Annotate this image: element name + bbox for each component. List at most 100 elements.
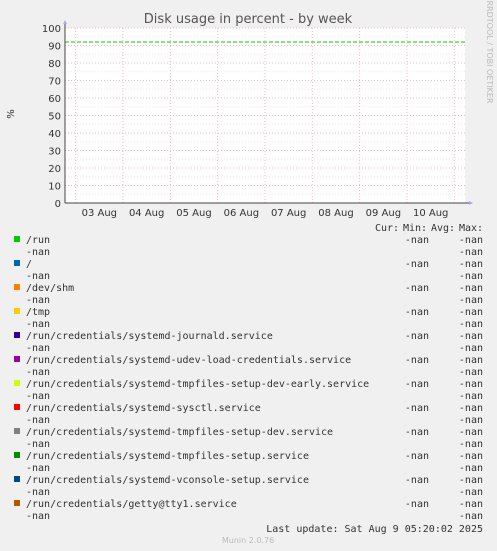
legend-header-label: Cur: bbox=[375, 223, 399, 234]
legend-min: -nan bbox=[459, 403, 483, 414]
legend-name: /run/credentials/getty@tty1.service bbox=[26, 499, 237, 510]
chart: Disk usage in percent - by week RRDTOOL … bbox=[6, 0, 494, 545]
legend-max: -nan bbox=[459, 247, 483, 258]
legend-max: -nan bbox=[459, 391, 483, 402]
legend-swatch bbox=[14, 380, 20, 386]
legend-name: /run/credentials/systemd-udev-load-crede… bbox=[26, 355, 351, 366]
legend-swatch bbox=[14, 452, 20, 458]
legend-swatch bbox=[14, 284, 20, 290]
munin-footer: Munin 2.0.76 bbox=[222, 536, 274, 545]
legend-avg: -nan bbox=[26, 343, 50, 354]
x-tick-label: 10 Aug bbox=[413, 208, 448, 219]
legend-max: -nan bbox=[459, 463, 483, 474]
legend-name: /run/credentials/systemd-vconsole-setup.… bbox=[26, 475, 309, 486]
y-tick-label: 60 bbox=[48, 94, 61, 105]
legend-cur: -nan bbox=[405, 307, 429, 318]
legend-cur: -nan bbox=[405, 355, 429, 366]
y-tick-label: 50 bbox=[48, 112, 61, 123]
legend-cur: -nan bbox=[405, 451, 429, 462]
legend-avg: -nan bbox=[26, 247, 50, 258]
y-tick-label: 70 bbox=[48, 77, 61, 88]
legend-min: -nan bbox=[459, 259, 483, 270]
legend-avg: -nan bbox=[26, 439, 50, 450]
x-tick-label: 05 Aug bbox=[176, 208, 211, 219]
legend-swatch bbox=[14, 404, 20, 410]
legend-min: -nan bbox=[459, 235, 483, 246]
legend-avg: -nan bbox=[26, 487, 50, 498]
legend-name: /run/credentials/systemd-journald.servic… bbox=[26, 331, 273, 342]
last-update: Last update: Sat Aug 9 05:20:02 2025 bbox=[266, 524, 483, 535]
legend-cur: -nan bbox=[405, 475, 429, 486]
legend-cur: -nan bbox=[405, 283, 429, 294]
y-tick-label: 40 bbox=[48, 129, 61, 140]
legend-swatch bbox=[14, 500, 20, 506]
legend-name: /run/credentials/systemd-tmpfiles-setup.… bbox=[26, 451, 309, 462]
legend-min: -nan bbox=[459, 307, 483, 318]
legend-cur: -nan bbox=[405, 235, 429, 246]
legend-min: -nan bbox=[459, 331, 483, 342]
chart-title: Disk usage in percent - by week bbox=[144, 12, 353, 27]
legend-avg: -nan bbox=[26, 415, 50, 426]
legend-max: -nan bbox=[459, 319, 483, 330]
x-tick-label: 09 Aug bbox=[366, 208, 401, 219]
legend-avg: -nan bbox=[26, 367, 50, 378]
legend-swatch bbox=[14, 332, 20, 338]
legend-swatch bbox=[14, 236, 20, 242]
x-axis-arrow bbox=[469, 201, 473, 205]
legend-header-label: Min: bbox=[403, 223, 427, 234]
legend-min: -nan bbox=[459, 427, 483, 438]
legend-name: /run/credentials/systemd-tmpfiles-setup-… bbox=[26, 427, 333, 438]
legend-min: -nan bbox=[459, 499, 483, 510]
legend-min: -nan bbox=[459, 283, 483, 294]
y-axis-arrow bbox=[63, 20, 67, 24]
legend-swatch bbox=[14, 260, 20, 266]
y-tick-label: 0 bbox=[55, 199, 61, 210]
legend-avg: -nan bbox=[26, 511, 50, 522]
y-tick-label: 80 bbox=[48, 59, 61, 70]
legend-name: / bbox=[26, 259, 32, 270]
y-tick-label: 30 bbox=[48, 147, 61, 158]
legend-name: /dev/shm bbox=[26, 283, 74, 294]
legend-max: -nan bbox=[459, 295, 483, 306]
legend-avg: -nan bbox=[26, 271, 50, 282]
legend-cur: -nan bbox=[405, 331, 429, 342]
legend-name: /run/credentials/systemd-tmpfiles-setup-… bbox=[26, 379, 369, 390]
legend-cur: -nan bbox=[405, 259, 429, 270]
legend-max: -nan bbox=[459, 271, 483, 282]
legend-max: -nan bbox=[459, 343, 483, 354]
x-tick-label: 06 Aug bbox=[224, 208, 259, 219]
legend-max: -nan bbox=[459, 415, 483, 426]
legend-max: -nan bbox=[459, 487, 483, 498]
legend-cur: -nan bbox=[405, 403, 429, 414]
y-tick-label: 20 bbox=[48, 164, 61, 175]
legend: Cur: Min: Avg: Max:/run -nan -nan-nan -nan/-na… bbox=[14, 223, 483, 522]
legend-max: -nan bbox=[459, 367, 483, 378]
x-tick-label: 03 Aug bbox=[82, 208, 117, 219]
legend-avg: -nan bbox=[26, 391, 50, 402]
legend-max: -nan bbox=[459, 511, 483, 522]
x-tick-label: 08 Aug bbox=[318, 208, 353, 219]
legend-header-label: Avg: bbox=[431, 223, 455, 234]
legend-swatch bbox=[14, 308, 20, 314]
x-tick-label: 07 Aug bbox=[271, 208, 306, 219]
y-axis-label: % bbox=[6, 109, 17, 119]
y-tick-label: 90 bbox=[48, 42, 61, 53]
legend-max: -nan bbox=[459, 439, 483, 450]
y-tick-label: 10 bbox=[48, 182, 61, 193]
legend-min: -nan bbox=[459, 355, 483, 366]
legend-avg: -nan bbox=[26, 295, 50, 306]
legend-cur: -nan bbox=[405, 499, 429, 510]
legend-swatch bbox=[14, 356, 20, 362]
legend-avg: -nan bbox=[26, 463, 50, 474]
legend-name: /tmp bbox=[26, 307, 50, 318]
y-tick-label: 100 bbox=[42, 24, 61, 35]
legend-min: -nan bbox=[459, 451, 483, 462]
legend-swatch bbox=[14, 428, 20, 434]
legend-avg: -nan bbox=[26, 319, 50, 330]
legend-cur: -nan bbox=[405, 427, 429, 438]
legend-min: -nan bbox=[459, 379, 483, 390]
legend-header-label: Max: bbox=[459, 223, 483, 234]
legend-min: -nan bbox=[459, 475, 483, 486]
legend-name: /run/credentials/systemd-sysctl.service bbox=[26, 403, 261, 414]
legend-cur: -nan bbox=[405, 379, 429, 390]
